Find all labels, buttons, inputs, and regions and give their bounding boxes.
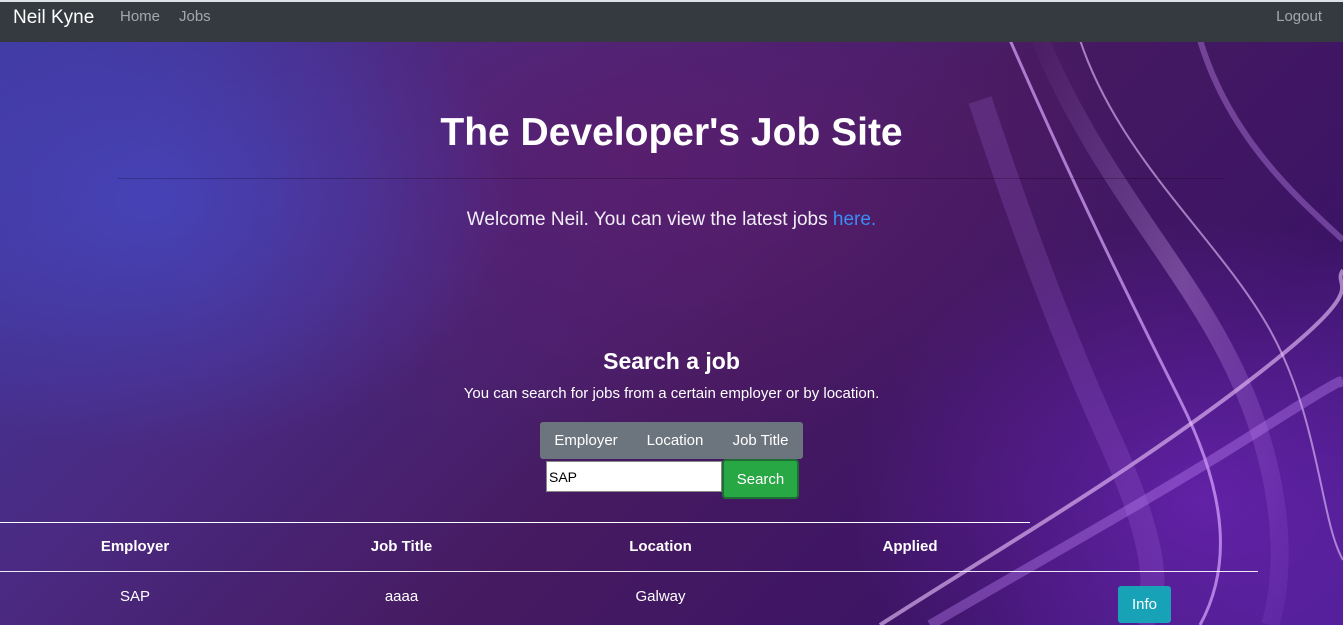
page-title: The Developer's Job Site xyxy=(440,111,903,154)
search-filter-group: Employer Location Job Title xyxy=(540,422,803,459)
search-description: You can search for jobs from a certain e… xyxy=(463,385,880,402)
welcome-message: Welcome Neil. You can view the latest jo… xyxy=(0,207,1343,233)
cell-job-title: aaaa xyxy=(384,588,419,605)
search-heading: Search a job xyxy=(603,348,740,374)
brand-link[interactable]: Neil Kyne xyxy=(13,6,94,30)
column-header-employer: Employer xyxy=(100,538,170,555)
cell-employer: SAP xyxy=(119,588,150,605)
title-divider xyxy=(118,178,1225,179)
column-header-applied: Applied xyxy=(882,538,938,555)
search-input[interactable] xyxy=(546,461,722,492)
top-navbar: Neil Kyne Home Jobs Logout xyxy=(0,0,1343,42)
column-header-job-title: Job Title xyxy=(370,538,433,555)
logout-link[interactable]: Logout xyxy=(1276,7,1322,27)
info-button[interactable]: Info xyxy=(1118,586,1171,623)
table-header-divider xyxy=(0,571,1258,572)
cell-location: Galway xyxy=(635,588,686,605)
search-button[interactable]: Search xyxy=(722,459,799,499)
table-top-border xyxy=(0,522,1030,523)
welcome-text: Welcome Neil. You can view the latest jo… xyxy=(466,209,833,230)
filter-job-title-button[interactable]: Job Title xyxy=(718,422,803,459)
filter-employer-button[interactable]: Employer xyxy=(540,422,632,459)
column-header-location: Location xyxy=(629,538,692,555)
nav-link-jobs[interactable]: Jobs xyxy=(179,7,211,27)
nav-link-home[interactable]: Home xyxy=(120,7,160,27)
filter-location-button[interactable]: Location xyxy=(632,422,718,459)
main-content: The Developer's Job Site Welcome Neil. Y… xyxy=(0,42,1343,625)
latest-jobs-link[interactable]: here. xyxy=(833,209,876,230)
